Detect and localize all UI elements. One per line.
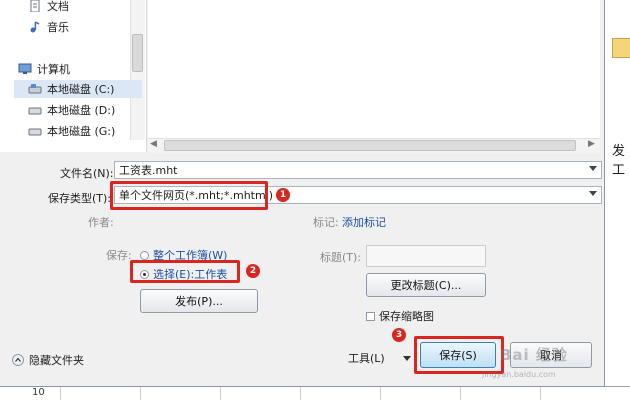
drive-icon xyxy=(28,107,42,115)
highlight-box-selection xyxy=(130,260,240,283)
add-tags-link[interactable]: 添加标记 xyxy=(342,214,386,230)
savetype-label: 保存类型(T): xyxy=(48,192,112,205)
author-label: 作者: xyxy=(88,216,114,229)
scroll-left-arrow-icon[interactable]: ◀ xyxy=(150,139,157,149)
save-thumbnail-checkbox[interactable]: 保存缩略图 xyxy=(366,308,434,324)
save-thumbnail-label: 保存缩略图 xyxy=(379,310,434,323)
step-badge-3: 3 xyxy=(392,328,406,342)
grid-line xyxy=(380,386,381,400)
grid-line xyxy=(300,386,301,400)
radio-icon[interactable] xyxy=(140,250,149,260)
save-options-label: 保存: xyxy=(106,249,132,262)
chevron-down-icon[interactable] xyxy=(589,191,597,196)
tags-label: 标记: xyxy=(313,216,339,229)
nav-item-drive-c[interactable]: 本地磁盘 (C:) xyxy=(14,80,142,98)
excel-sheet-edge xyxy=(604,0,630,400)
watermark-logo: Bai 经验 xyxy=(500,346,568,364)
grid-line xyxy=(540,386,541,400)
filename-label: 文件名(N): xyxy=(60,167,114,180)
tools-menu[interactable]: 工具(L) xyxy=(348,350,411,366)
hide-folders-toggle[interactable]: 隐藏文件夹 xyxy=(12,352,84,368)
step-badge-2: 2 xyxy=(246,264,260,278)
title-label: 标题(T): xyxy=(320,251,362,264)
publish-button[interactable]: 发布(P)... xyxy=(140,289,258,313)
nav-item-label: 音乐 xyxy=(47,21,69,34)
document-icon xyxy=(30,0,40,12)
excel-row-number: 10 xyxy=(32,387,45,398)
nav-item-computer[interactable]: 计算机 xyxy=(18,60,70,78)
grid-line xyxy=(220,386,221,400)
chevron-down-icon[interactable] xyxy=(589,166,597,171)
nav-item-label: 本地磁盘 (C:) xyxy=(47,83,115,96)
nav-item-drive-d[interactable]: 本地磁盘 (D:) xyxy=(28,101,115,119)
excel-cell-text: 发工 xyxy=(612,144,626,178)
nav-item-label: 本地磁盘 (D:) xyxy=(47,104,116,117)
nav-item-drive-g[interactable]: 本地磁盘 (G:) xyxy=(28,122,115,140)
excel-column-header xyxy=(612,38,630,58)
hide-folders-label: 隐藏文件夹 xyxy=(29,354,84,367)
grid-line xyxy=(460,386,461,400)
drive-icon xyxy=(28,84,42,94)
title-input[interactable] xyxy=(366,245,486,267)
music-icon xyxy=(30,21,40,33)
grid-line xyxy=(140,386,141,400)
step-badge-1: 1 xyxy=(276,188,290,202)
excel-row-strip xyxy=(0,386,630,401)
filename-value: 工资表.mht xyxy=(119,164,178,177)
nav-item-music[interactable]: 音乐 xyxy=(28,18,69,36)
horizontal-scrollbar-thumb[interactable] xyxy=(164,140,576,151)
nav-scrollbar-thumb[interactable] xyxy=(132,34,143,72)
chevron-up-circle-icon xyxy=(12,354,24,366)
highlight-box-savetype xyxy=(110,181,268,210)
scroll-right-arrow-icon[interactable]: ▶ xyxy=(588,139,595,149)
grid-line xyxy=(60,386,61,400)
chevron-down-icon xyxy=(402,355,411,361)
save-as-dialog: ◀ ▶ 文档 音乐 计算机 本地磁盘 (C:) 本地磁盘 (D:) 本地磁盘 (… xyxy=(0,0,605,387)
filename-field[interactable]: 工资表.mht xyxy=(114,161,602,179)
nav-item-label: 计算机 xyxy=(37,63,70,76)
watermark-url: jingyan.baidu.com xyxy=(482,370,556,379)
nav-item-label: 本地磁盘 (G:) xyxy=(47,125,116,138)
file-list-pane[interactable] xyxy=(148,0,600,140)
tools-label: 工具(L) xyxy=(348,352,385,365)
nav-item-documents[interactable]: 文档 xyxy=(28,0,69,15)
change-title-button[interactable]: 更改标题(C)... xyxy=(366,273,486,297)
highlight-box-save xyxy=(414,336,504,374)
nav-item-label: 文档 xyxy=(47,0,69,13)
drive-icon xyxy=(28,128,42,136)
computer-icon xyxy=(18,63,32,74)
checkbox-icon[interactable] xyxy=(366,311,375,321)
